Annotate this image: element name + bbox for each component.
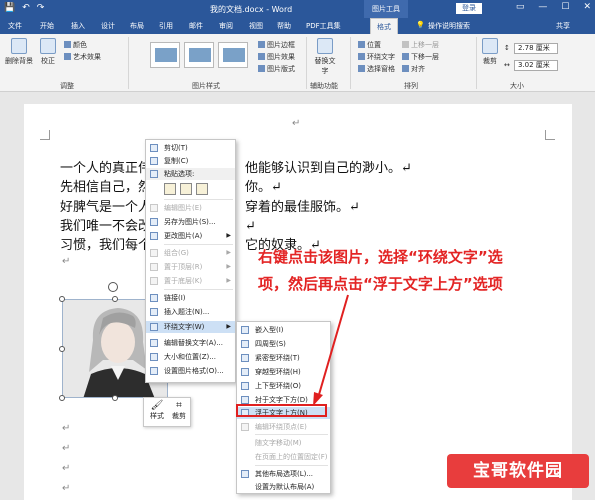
annotation-line-1: 右键点击该图片，选择“环绕文字”选 — [258, 248, 503, 266]
annotation-line-2: 项，然后再点击“浮于文字上方”选项 — [258, 275, 503, 293]
watermark-logo: 宝哥软件园 — [447, 454, 589, 488]
